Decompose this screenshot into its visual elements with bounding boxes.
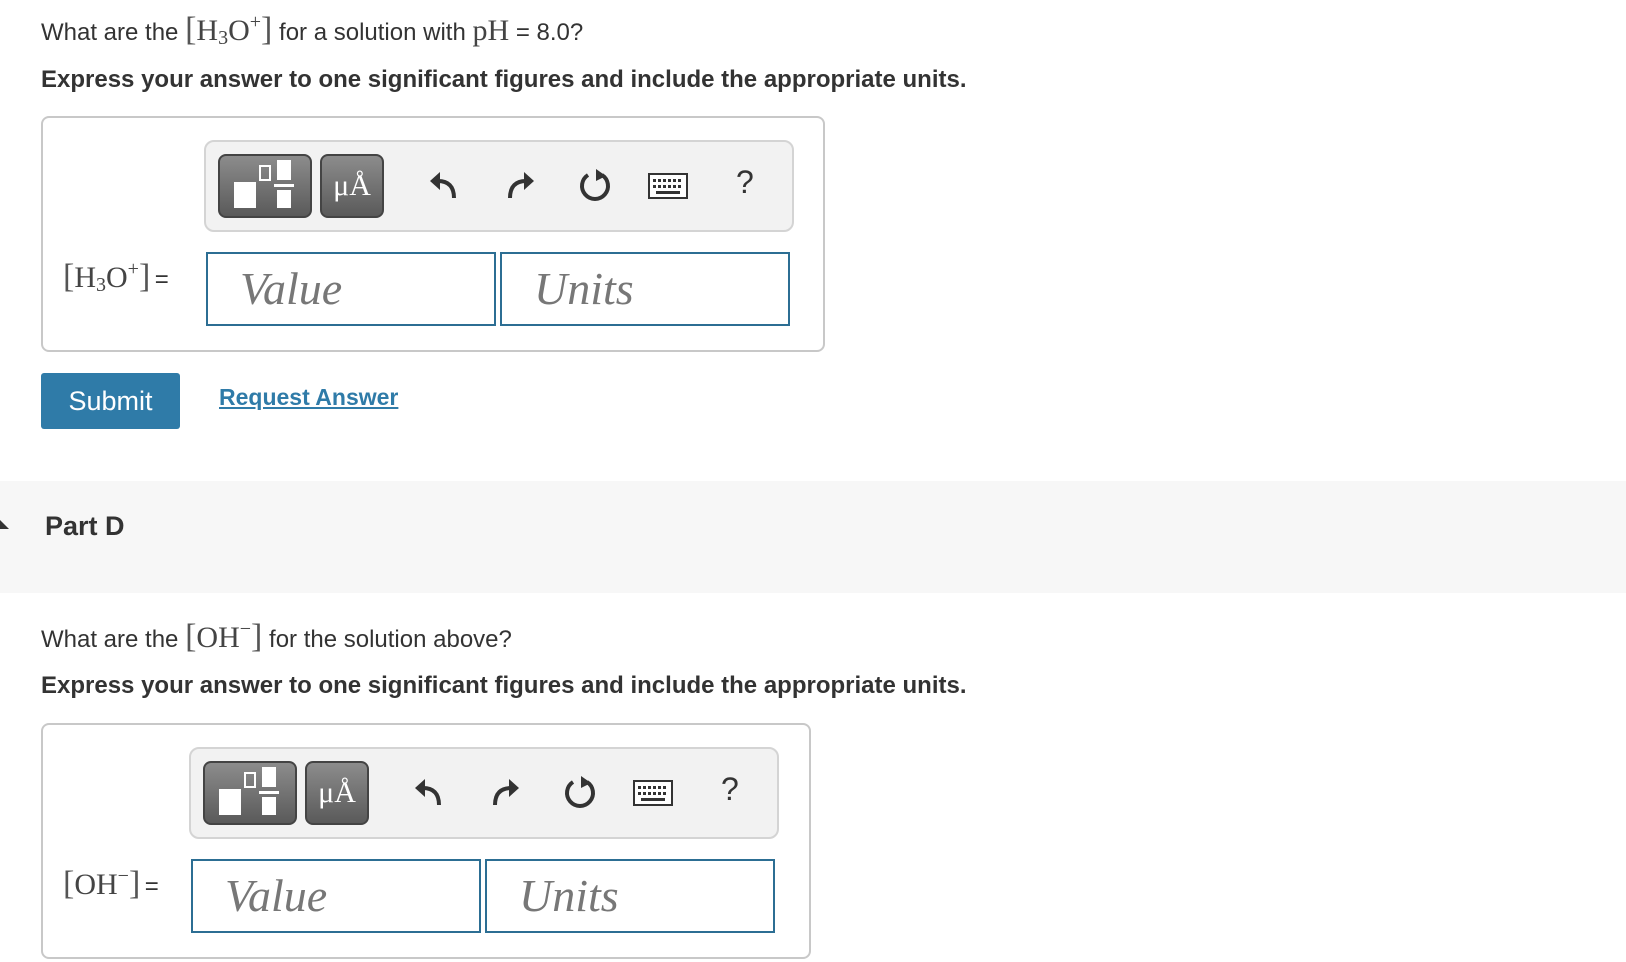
part-d-header[interactable] [0, 481, 1626, 593]
keyboard-button[interactable] [633, 773, 673, 813]
units-input[interactable]: Units [500, 252, 790, 326]
keyboard-button[interactable] [648, 166, 688, 206]
question-species: OH− [196, 618, 252, 654]
question-species: H3O+ [196, 11, 262, 49]
question-text: for a solution with [279, 19, 466, 46]
keyboard-icon [648, 173, 688, 199]
math-toolbar: μÅ ? [204, 140, 794, 232]
question-text: What are the [41, 626, 179, 653]
field-label-h3o: [H3O+] = [63, 258, 169, 296]
part-d-answer-box: μÅ ? [OH−] = Value Units [41, 723, 811, 959]
question-text: What are the [41, 19, 179, 46]
template-icon [234, 160, 294, 208]
undo-button[interactable] [409, 773, 449, 813]
undo-icon [430, 172, 456, 199]
bracket-close: ] [261, 11, 273, 48]
units-input[interactable]: Units [485, 859, 775, 933]
units-button[interactable]: μÅ [320, 154, 384, 218]
templates-button[interactable] [203, 761, 297, 825]
math-toolbar: μÅ ? [189, 747, 779, 839]
help-icon[interactable]: ? [721, 771, 739, 808]
help-icon[interactable]: ? [736, 164, 754, 201]
redo-button[interactable] [500, 166, 540, 206]
undo-button[interactable] [424, 166, 464, 206]
redo-button[interactable] [485, 773, 525, 813]
field-label-oh: [OH−] = [63, 865, 159, 902]
reset-button[interactable] [560, 773, 600, 813]
collapse-arrow-icon[interactable] [0, 520, 9, 529]
part-c-answer-box: μÅ ? [H3O+] = Value Units [41, 116, 825, 352]
bracket-close: ] [251, 618, 263, 655]
part-d-instruction: Express your answer to one significant f… [41, 672, 967, 699]
reset-icon [565, 776, 595, 808]
bracket-open: [ [185, 11, 197, 48]
bracket-open: [ [185, 618, 197, 655]
part-d-question: What are the [OH−] for the solution abov… [41, 613, 512, 656]
request-answer-link[interactable]: Request Answer [219, 384, 398, 411]
part-c-instruction: Express your answer to one significant f… [41, 66, 967, 93]
part-c-question: What are the [H3O+] for a solution with … [41, 6, 583, 54]
templates-button[interactable] [218, 154, 312, 218]
reset-icon [580, 169, 610, 201]
question-text: = 8.0? [515, 19, 584, 46]
part-d-title: Part D [45, 511, 125, 541]
value-input[interactable]: Value [206, 252, 496, 326]
reset-button[interactable] [575, 166, 615, 206]
template-icon [219, 767, 279, 815]
submit-button[interactable]: Submit [41, 373, 180, 429]
ph-symbol: pH [472, 14, 510, 47]
redo-icon [508, 172, 534, 199]
question-text: for the solution above? [269, 626, 512, 653]
keyboard-icon [633, 780, 673, 806]
value-input[interactable]: Value [191, 859, 481, 933]
redo-icon [493, 779, 519, 806]
undo-icon [415, 779, 441, 806]
units-button[interactable]: μÅ [305, 761, 369, 825]
